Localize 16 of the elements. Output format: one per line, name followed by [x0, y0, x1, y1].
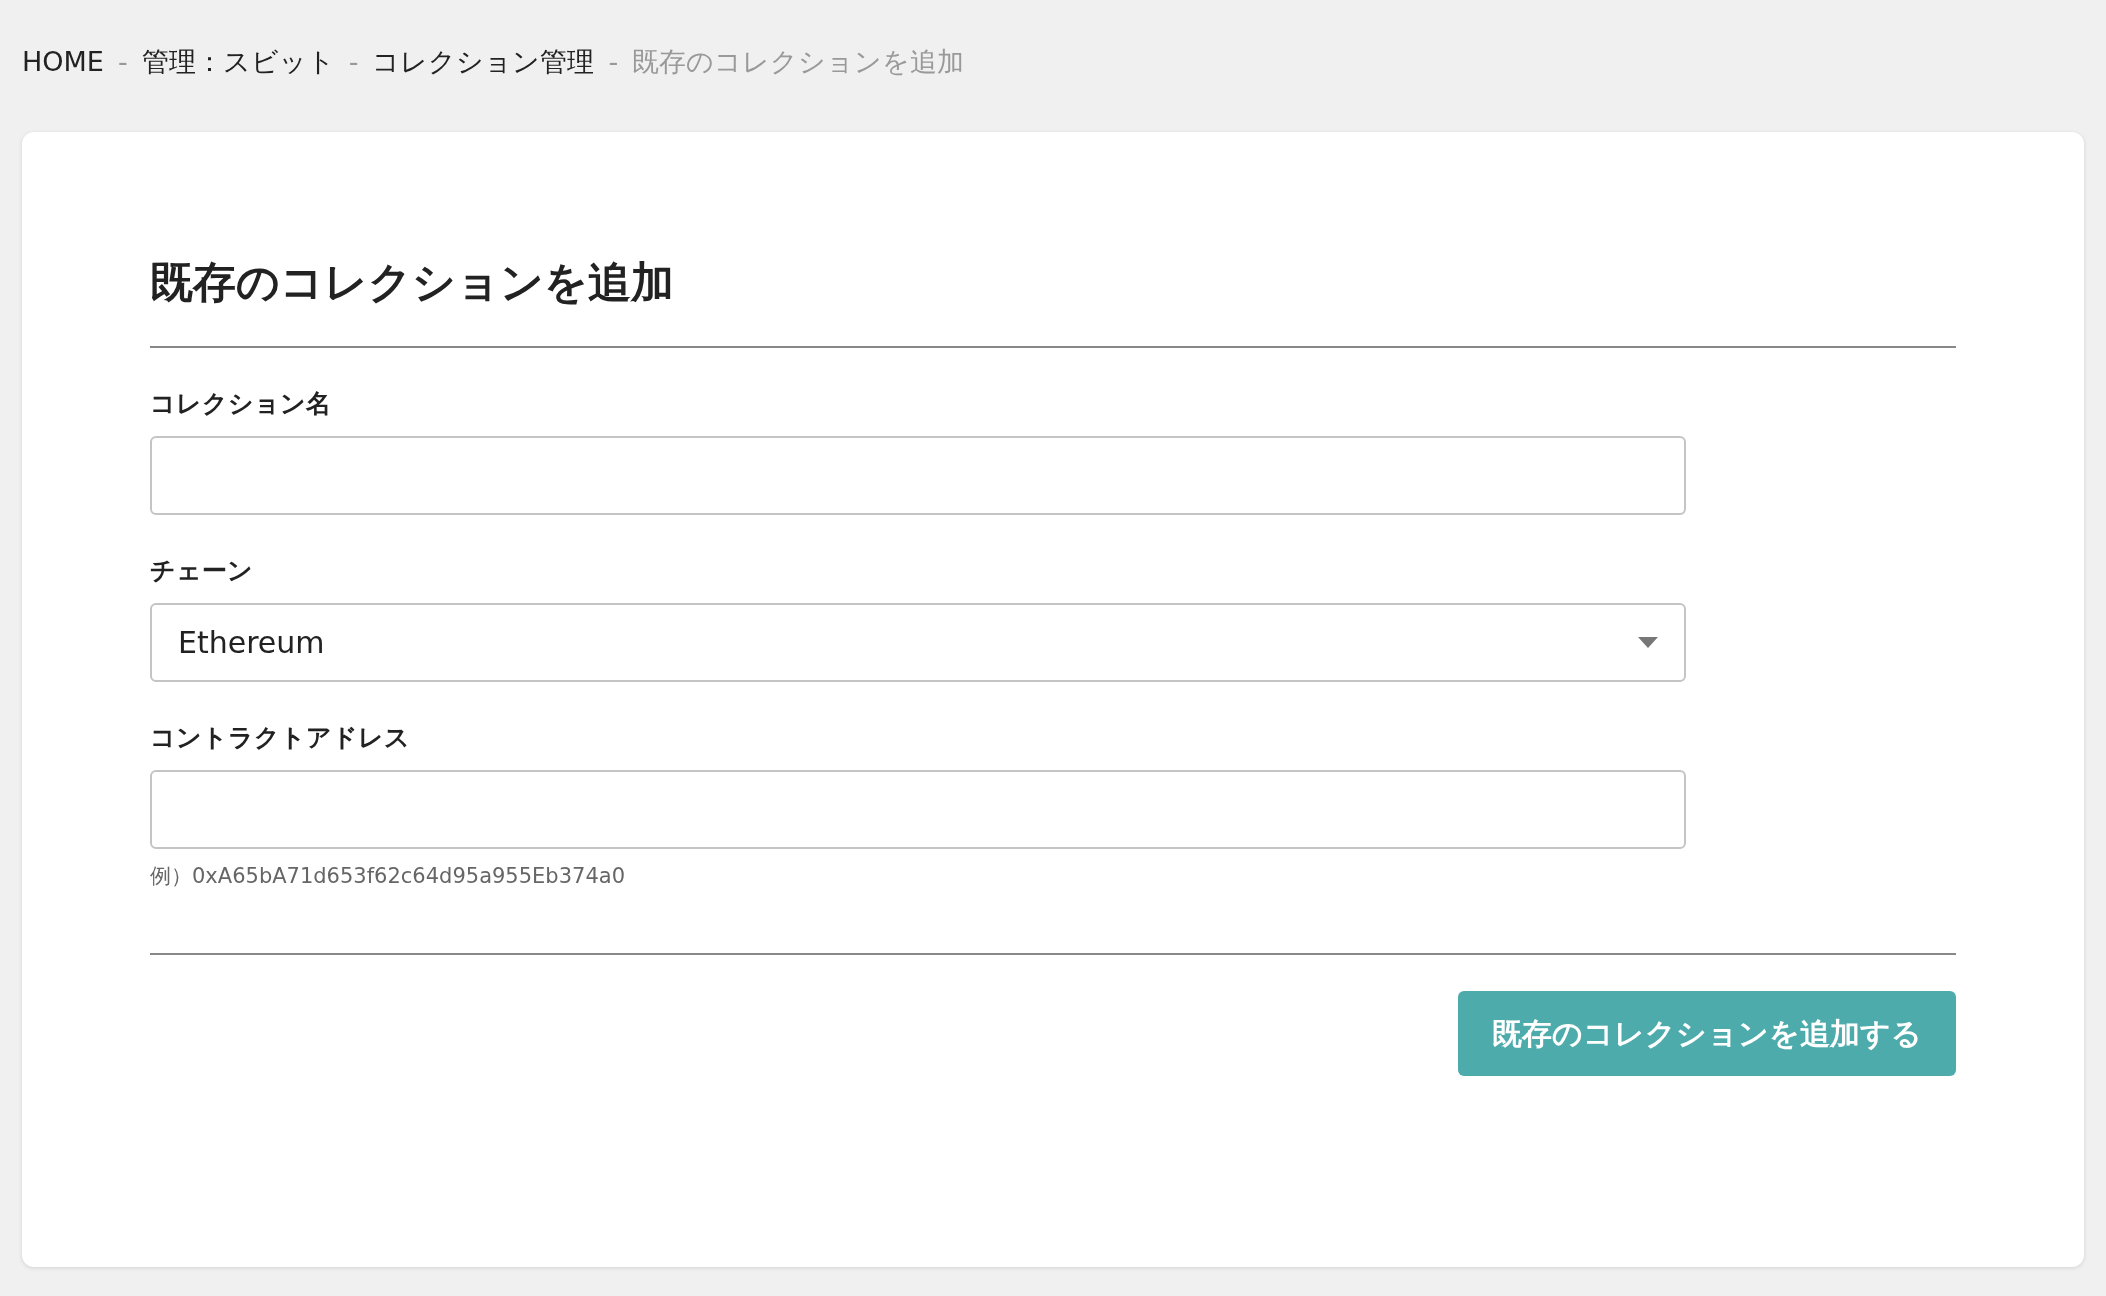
breadcrumb-link[interactable]: 管理：スビット [141, 41, 335, 83]
chain-select[interactable]: Ethereum [150, 603, 1686, 682]
text-field[interactable] [150, 770, 1686, 849]
field-hint: 例）0xA65bA71d653f62c64d95a955Eb374a0 [150, 863, 626, 890]
field-label: コントラクトアドレス [150, 722, 411, 754]
page-title: 既存のコレクションを追加 [150, 256, 675, 309]
breadcrumb-link[interactable]: HOME [22, 41, 104, 83]
field-label: チェーン [150, 555, 254, 587]
dropdown-caret-icon [1638, 637, 1658, 648]
breadcrumb-current: 既存のコレクションを追加 [632, 44, 965, 79]
breadcrumb-separator: - [608, 44, 619, 79]
field-label: コレクション名 [150, 388, 332, 420]
breadcrumb-separator: - [348, 44, 359, 79]
text-field[interactable] [150, 436, 1686, 515]
breadcrumb-link[interactable]: コレクション管理 [372, 41, 595, 83]
breadcrumb-separator: - [117, 44, 128, 79]
